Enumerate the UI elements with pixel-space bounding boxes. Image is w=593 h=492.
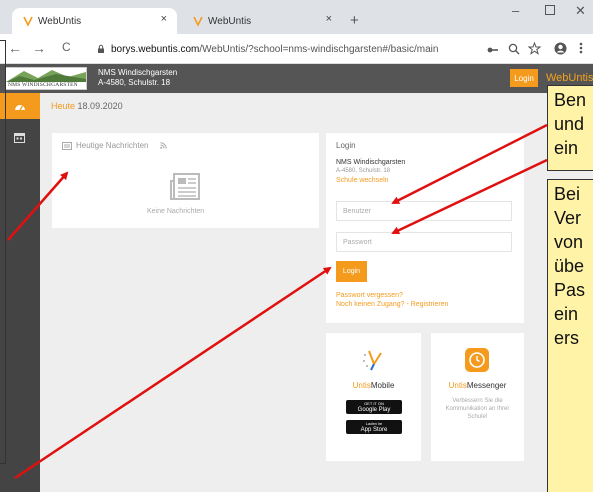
sidebar-item-dashboard[interactable] bbox=[0, 93, 40, 119]
header-school-address: A-4580, Schulstr. 18 bbox=[98, 78, 171, 87]
lock-icon bbox=[98, 44, 104, 53]
profile-icon[interactable] bbox=[554, 42, 567, 55]
forward-button[interactable]: → bbox=[32, 40, 46, 56]
register-link[interactable]: Noch keinen Zugang? - Registrieren bbox=[336, 301, 448, 308]
login-box: Login NMS Windischgarsten A-4580, Schuls… bbox=[326, 133, 524, 323]
url-field[interactable]: borys.webuntis.com/WebUntis/?school=nms-… bbox=[92, 39, 482, 59]
password-input[interactable]: Passwort bbox=[336, 232, 512, 252]
empty-news-icon bbox=[170, 173, 200, 200]
window-maximize-button[interactable] bbox=[545, 5, 555, 15]
untis-messenger-title-suffix: Messenger bbox=[466, 381, 507, 390]
callout-bottom-line: Pas bbox=[554, 280, 586, 300]
newspaper-icon bbox=[62, 142, 72, 150]
untis-messenger-logo-icon bbox=[465, 348, 489, 372]
callout-login-credentials: Ben und ein bbox=[547, 85, 593, 171]
login-school-name: NMS Windischgarsten bbox=[336, 159, 406, 166]
tab-close-icon[interactable]: × bbox=[326, 13, 332, 25]
change-school-link[interactable]: Schule wechseln bbox=[336, 177, 389, 184]
key-icon[interactable] bbox=[487, 45, 499, 55]
window-close-button[interactable]: ✕ bbox=[575, 3, 586, 19]
callout-bottom-line: ers bbox=[554, 328, 580, 348]
google-play-label: Google Play bbox=[357, 407, 391, 413]
untis-mobile-logo-icon bbox=[363, 350, 382, 371]
browser-tab[interactable]: WebUntis × bbox=[182, 8, 342, 34]
login-button[interactable]: Login bbox=[336, 261, 367, 282]
callout-top-line: Ben bbox=[554, 90, 587, 110]
untis-mobile-card: UntisMobile GET IT ON Google Play Laden i… bbox=[326, 333, 421, 461]
app-header bbox=[0, 64, 593, 93]
sidebar-item-calendar[interactable] bbox=[0, 127, 40, 149]
untis-mobile-title-suffix: Mobile bbox=[370, 381, 395, 390]
news-empty-text: Keine Nachrichten bbox=[147, 208, 205, 215]
webuntis-favicon-icon bbox=[193, 16, 203, 27]
calendar-icon bbox=[14, 133, 25, 143]
news-title: Heutige Nachrichten bbox=[76, 141, 149, 150]
news-card: Heutige Nachrichten Keine Nachrichten bbox=[52, 133, 319, 228]
untis-messenger-title-prefix: Untis bbox=[448, 381, 467, 390]
left-callout-edge bbox=[0, 40, 6, 464]
window-minimize-button[interactable]: – bbox=[512, 3, 519, 18]
callout-bottom-line: Bei bbox=[554, 184, 581, 204]
header-login-button[interactable]: Login bbox=[510, 69, 538, 87]
untis-messenger-description: Verbessern Sie die Kommunikation an Ihre… bbox=[445, 398, 510, 420]
callout-bottom-line: übe bbox=[554, 256, 585, 276]
browser-tab-active[interactable]: WebUntis × bbox=[12, 8, 177, 34]
header-school-name: NMS Windischgarsten bbox=[98, 68, 178, 77]
tab-close-icon[interactable]: × bbox=[161, 13, 167, 25]
new-tab-button[interactable]: + bbox=[350, 12, 359, 29]
callout-bottom-line: Ver bbox=[554, 208, 582, 228]
today-label: Heute bbox=[51, 101, 76, 111]
untis-messenger-title: UntisMessenger bbox=[431, 381, 524, 390]
today-date: 18.09.2020 bbox=[77, 101, 123, 111]
callout-first-login: Bei Ver von übe Pas ein ers bbox=[547, 179, 593, 492]
mountain-logo-icon bbox=[6, 70, 86, 82]
zoom-icon[interactable] bbox=[508, 43, 520, 55]
callout-top-line: ein bbox=[554, 138, 579, 158]
login-school-address: A-4580, Schulstr. 18 bbox=[336, 168, 391, 174]
url-path: /WebUntis/?school=nms-windischgarsten#/b… bbox=[199, 43, 439, 55]
forgot-password-link[interactable]: Passwort vergessen? bbox=[336, 292, 403, 299]
login-title: Login bbox=[336, 141, 356, 150]
logo-text: NMS WINDISCHGARSTEN bbox=[8, 82, 78, 88]
google-play-badge[interactable]: GET IT ON Google Play bbox=[346, 400, 402, 414]
untis-mobile-title: UntisMobile bbox=[326, 381, 421, 390]
dashboard-icon bbox=[15, 105, 25, 111]
callout-top-line: und bbox=[554, 114, 585, 134]
app-store-label: App Store bbox=[360, 427, 388, 433]
username-input[interactable]: Benutzer bbox=[336, 201, 512, 221]
app-store-badge[interactable]: Laden im App Store bbox=[346, 420, 402, 434]
back-button[interactable]: ← bbox=[8, 40, 22, 56]
today-heading: Heute 18.09.2020 bbox=[51, 101, 123, 111]
screenshot-frame: WebUntis × WebUntis × + – ✕ ← → C borys.… bbox=[0, 0, 593, 492]
webuntis-favicon-icon bbox=[23, 16, 33, 27]
webuntis-brand: WebUntis bbox=[546, 72, 593, 84]
callout-bottom-line: von bbox=[554, 232, 584, 252]
header-school-info: NMS Windischgarsten A-4580, Schulstr. 18 bbox=[98, 68, 177, 88]
menu-icon[interactable] bbox=[579, 42, 583, 54]
reload-button[interactable]: C bbox=[62, 40, 71, 54]
callout-bottom-line: ein bbox=[554, 304, 579, 324]
star-icon[interactable] bbox=[528, 42, 541, 55]
tab-label: WebUntis bbox=[38, 15, 82, 27]
tab-label: WebUntis bbox=[208, 15, 252, 27]
untis-messenger-card: UntisMessenger Verbessern Sie die Kommun… bbox=[431, 333, 524, 461]
untis-mobile-title-prefix: Untis bbox=[352, 381, 371, 390]
school-logo: NMS WINDISCHGARSTEN bbox=[5, 67, 87, 90]
url-host: borys.webuntis.com bbox=[111, 43, 200, 55]
rss-icon[interactable] bbox=[160, 142, 167, 149]
sidebar bbox=[0, 93, 40, 492]
